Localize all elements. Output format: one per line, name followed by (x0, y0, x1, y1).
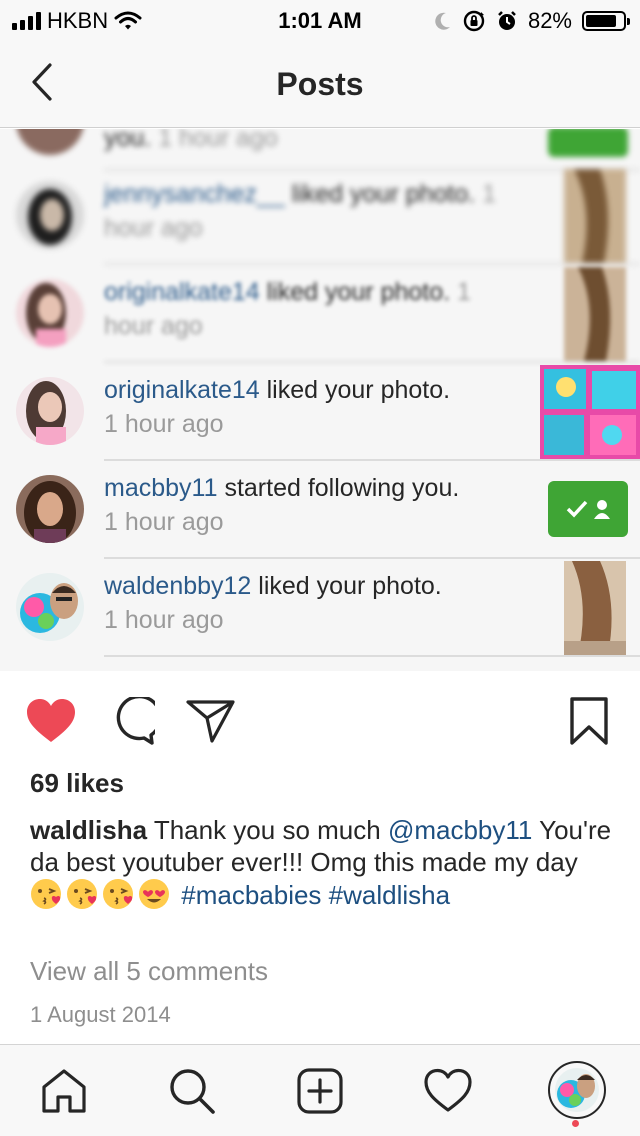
feed-action: liked your photo. (266, 278, 451, 306)
divider (104, 655, 640, 657)
heart-eyes-emoji (139, 879, 169, 909)
feed-row: originalkate14 liked your photo. 1 hour … (0, 363, 640, 461)
comment-button[interactable] (104, 694, 158, 748)
tab-home[interactable] (36, 1063, 92, 1119)
save-button[interactable] (562, 694, 616, 748)
caption-mention[interactable]: @macbby11 (388, 815, 532, 845)
status-bar: HKBN 1:01 AM 82% (0, 0, 640, 40)
feed-action: liked your photo. (291, 180, 476, 208)
search-icon (170, 1069, 215, 1114)
like-button[interactable] (24, 694, 78, 748)
feed-username: waldenbby12 (104, 572, 252, 600)
tab-search[interactable] (164, 1063, 220, 1119)
feed-action: started following you. (224, 474, 460, 502)
feed-username: jennysanchez__ (104, 180, 285, 208)
feed-time: 1 hour ago (104, 508, 224, 536)
caption-username[interactable]: waldlisha (30, 815, 147, 845)
feed-row-text: originalkate14 liked your photo. 1 hour … (104, 373, 524, 441)
photo-thumbnail (540, 365, 640, 459)
avatar (16, 181, 84, 249)
avatar (16, 475, 84, 543)
page-title: Posts (276, 66, 364, 102)
feed-action: you. (104, 129, 152, 152)
feed-row-text: macbby11 started following you. 1 hour a… (104, 471, 524, 539)
comment-icon (116, 697, 155, 745)
photo-thumbnail (564, 267, 626, 361)
feed-row: you. 1 hour ago (0, 129, 640, 171)
tab-bar (0, 1044, 640, 1136)
feed-username: originalkate14 (104, 278, 260, 306)
following-button (548, 481, 628, 537)
avatar (16, 377, 84, 445)
bookmark-icon (570, 697, 608, 745)
caption-hashtag[interactable]: #macbabies (181, 880, 321, 910)
post-date: 1 August 2014 (30, 1002, 171, 1027)
post-image[interactable]: you. 1 hour ago jennysanchez__ liked you… (0, 129, 640, 671)
avatar (16, 573, 84, 641)
kissing-heart-emoji (67, 879, 97, 909)
alarm-icon (498, 11, 516, 30)
photo-thumbnail (564, 561, 626, 655)
battery-fill (586, 15, 616, 27)
feed-row-text: waldenbby12 liked your photo. 1 hour ago (104, 569, 524, 637)
feed-action: liked your photo. (266, 376, 451, 404)
feed-time: 1 hour ago (158, 129, 278, 152)
profile-avatar (555, 1068, 599, 1112)
photo-thumbnail (564, 169, 626, 263)
post-actions (0, 690, 640, 752)
home-icon (42, 1069, 86, 1113)
tab-activity[interactable] (420, 1063, 476, 1119)
caption-hashtag[interactable]: #waldlisha (329, 880, 450, 910)
feed-username: macbby11 (104, 474, 218, 502)
rotation-lock-icon (463, 10, 485, 32)
feed-username: originalkate14 (104, 376, 260, 404)
caption-emojis (30, 879, 181, 910)
activity-heart-icon (424, 1068, 472, 1112)
heart-filled-icon (27, 699, 75, 742)
new-post-icon (297, 1068, 343, 1114)
feed-action: liked your photo. (258, 572, 442, 600)
follow-badge (548, 129, 628, 157)
kissing-heart-emoji (103, 879, 133, 909)
person-icon (594, 500, 610, 519)
feed-time: 1 hour ago (104, 606, 224, 634)
likes-count[interactable]: 69 likes (30, 768, 124, 799)
tab-new-post[interactable] (292, 1063, 348, 1119)
paper-plane-icon (186, 700, 235, 743)
checkmark-icon (566, 500, 588, 518)
avatar (16, 129, 84, 155)
battery-percent: 82% (527, 8, 572, 33)
kissing-heart-emoji (31, 879, 61, 909)
tab-profile[interactable] (548, 1061, 606, 1119)
view-comments-link[interactable]: View all 5 comments (30, 956, 268, 987)
share-button[interactable] (184, 694, 238, 748)
post-caption: waldlisha Thank you so much @macbby11 Yo… (30, 814, 620, 911)
feed-row-text: jennysanchez__ liked your photo. 1 hour … (104, 177, 524, 245)
notification-dot (572, 1120, 579, 1127)
moon-icon (435, 12, 450, 30)
feed-row-text: you. 1 hour ago (104, 129, 524, 155)
feed-row: macbby11 started following you. 1 hour a… (0, 461, 640, 559)
feed-row: waldenbby12 liked your photo. 1 hour ago (0, 559, 640, 657)
feed-row: jennysanchez__ liked your photo. 1 hour … (0, 167, 640, 265)
feed-row: originalkate14 liked your photo. 1 hour … (0, 265, 640, 363)
battery-icon (582, 11, 630, 31)
status-right: 82% (434, 8, 630, 34)
feed-row-text: originalkate14 liked your photo. 1 hour … (104, 275, 524, 343)
nav-bar: Posts (0, 40, 640, 128)
caption-text: Thank you so much (153, 815, 381, 845)
feed-time: 1 hour ago (104, 410, 224, 438)
avatar (16, 279, 84, 347)
